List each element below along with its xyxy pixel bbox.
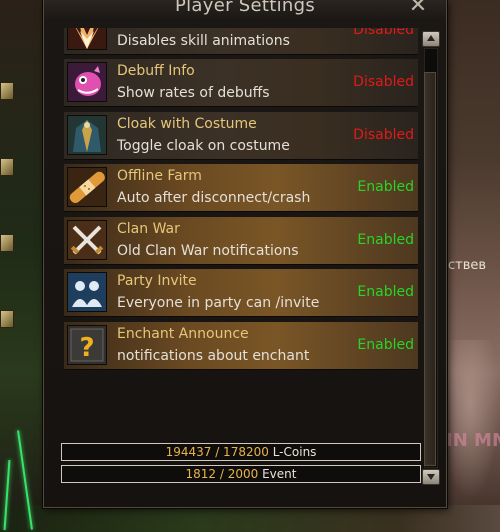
lcoins-counter: 194437 / 178200 L-Coins: [61, 443, 421, 461]
party-people-icon: [67, 272, 107, 312]
setting-row-offline-farm[interactable]: Offline Farm Auto after disconnect/crash…: [64, 164, 418, 212]
setting-row-cloak-costume[interactable]: Cloak with Costume Toggle cloak on costu…: [64, 112, 418, 160]
close-icon: ✕: [408, 0, 428, 18]
lcoins-value: 194437 / 178200: [165, 445, 269, 459]
side-slot-icon[interactable]: [0, 234, 14, 252]
event-value: 1812 / 2000: [185, 467, 259, 481]
setting-name: Enchant Announce: [117, 326, 249, 342]
scrollbar-thumb[interactable]: [424, 72, 436, 466]
setting-description: notifications about enchant: [117, 348, 310, 364]
setting-row-skill-animations[interactable]: Disables skill animations Disabled: [64, 28, 418, 55]
setting-name: Debuff Info: [117, 63, 195, 79]
side-slot-icon[interactable]: [0, 158, 14, 176]
status-toggle[interactable]: Disabled: [353, 127, 414, 143]
setting-name: Clan War: [117, 221, 180, 237]
bottom-game-area: [0, 505, 500, 532]
event-counter: 1812 / 2000 Event: [61, 465, 421, 483]
title-bar: Player Settings ✕: [44, 0, 446, 20]
settings-list: Disables skill animations Disabled Debuf…: [64, 28, 428, 432]
bandage-icon: [67, 167, 107, 207]
status-toggle[interactable]: Enabled: [357, 179, 414, 195]
cloak-icon: [67, 115, 107, 155]
event-unit: Event: [262, 467, 297, 481]
setting-name: Offline Farm: [117, 168, 202, 184]
setting-row-debuff-info[interactable]: Debuff Info Show rates of debuffs Disabl…: [64, 59, 418, 107]
svg-text:?: ?: [79, 333, 94, 363]
scroll-up-button[interactable]: [422, 31, 440, 47]
setting-description: Old Clan War notifications: [117, 243, 299, 259]
status-toggle[interactable]: Enabled: [357, 232, 414, 248]
status-toggle[interactable]: Disabled: [353, 28, 414, 38]
scroll-down-button[interactable]: [422, 469, 440, 485]
question-mark-icon: ?: [67, 325, 107, 365]
setting-row-party-invite[interactable]: Party Invite Everyone in party can /invi…: [64, 269, 418, 317]
setting-row-enchant-announce[interactable]: ? Enchant Announce notifications about e…: [64, 322, 418, 370]
player-settings-window: Player Settings ✕ Disables skill animati…: [43, 0, 447, 508]
side-slot-icon[interactable]: [0, 310, 14, 328]
setting-description: Auto after disconnect/crash: [117, 190, 311, 206]
setting-row-clan-war[interactable]: Clan War Old Clan War notifications Enab…: [64, 217, 418, 265]
pink-creature-icon: [67, 62, 107, 102]
setting-name: Party Invite: [117, 273, 197, 289]
setting-description: Disables skill animations: [117, 33, 290, 49]
status-toggle[interactable]: Enabled: [357, 284, 414, 300]
burst-icon: [67, 28, 107, 50]
lcoins-unit: L-Coins: [272, 445, 317, 459]
crossed-swords-icon: [67, 220, 107, 260]
setting-description: Toggle cloak on costume: [117, 138, 290, 154]
status-toggle[interactable]: Disabled: [353, 74, 414, 90]
background-text: ствев: [448, 258, 487, 273]
setting-description: Everyone in party can /invite: [117, 295, 320, 311]
window-title: Player Settings: [174, 0, 316, 16]
side-slot-icon[interactable]: [0, 82, 14, 100]
background-pink-text: IN MM: [446, 430, 500, 451]
close-button[interactable]: ✕: [406, 0, 430, 18]
status-toggle[interactable]: Enabled: [357, 337, 414, 353]
setting-description: Show rates of debuffs: [117, 85, 270, 101]
setting-name: Cloak with Costume: [117, 116, 257, 132]
